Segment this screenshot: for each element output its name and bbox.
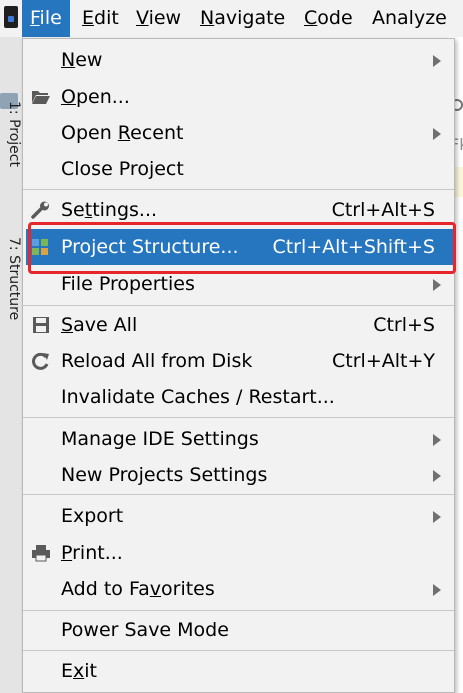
menu-item-open[interactable]: Open...: [23, 79, 454, 115]
menu-item-settings[interactable]: Settings... Ctrl+Alt+S: [23, 192, 454, 228]
shortcut-label: Ctrl+Alt+S: [331, 199, 435, 221]
menu-item-project-structure[interactable]: Project Structure... Ctrl+Alt+Shift+S: [26, 229, 454, 265]
menu-item-export[interactable]: Export: [23, 498, 454, 534]
menu-edit[interactable]: Edit: [74, 0, 127, 37]
print-icon: [32, 545, 50, 562]
menu-view[interactable]: View: [128, 0, 189, 37]
save-icon: [33, 317, 49, 333]
submenu-arrow-icon: [433, 584, 441, 596]
project-tool-tab[interactable]: 1: Project: [0, 101, 22, 167]
menu-separator: [23, 650, 454, 651]
menu-item-new[interactable]: New: [23, 42, 454, 78]
project-structure-icon: [32, 239, 48, 255]
folder-open-icon: [32, 91, 50, 104]
menu-item-open-recent[interactable]: Open Recent: [23, 115, 454, 151]
submenu-arrow-icon: [433, 55, 441, 67]
submenu-arrow-icon: [433, 279, 441, 291]
menu-item-reload-all[interactable]: Reload All from Disk Ctrl+Alt+Y: [23, 343, 454, 379]
menu-item-save-all[interactable]: Save All Ctrl+S: [23, 307, 454, 343]
submenu-arrow-icon: [433, 434, 441, 446]
reload-icon: [32, 352, 49, 370]
shortcut-label: Ctrl+S: [373, 314, 435, 336]
menu-item-new-projects-settings[interactable]: New Projects Settings: [23, 457, 454, 493]
submenu-arrow-icon: [433, 128, 441, 140]
wrench-icon: [31, 201, 49, 219]
menu-navigate[interactable]: Navigate: [192, 0, 293, 37]
tool-window-strip: 1: Project 7: Structure: [0, 37, 23, 693]
menu-item-print[interactable]: Print...: [23, 535, 454, 571]
menu-code[interactable]: Code: [296, 0, 361, 37]
menu-item-add-to-favorites[interactable]: Add to Favorites: [23, 571, 454, 607]
shortcut-label: Ctrl+Alt+Shift+S: [272, 236, 435, 258]
submenu-arrow-icon: [433, 511, 441, 523]
file-menu-dropdown: New Open... Open Recent Close Project Se…: [22, 38, 455, 693]
menu-separator: [23, 494, 454, 495]
menu-item-file-properties[interactable]: File Properties: [23, 266, 454, 302]
menu-bar: File Edit View Navigate Code Analyze: [0, 0, 463, 37]
menu-item-manage-ide-settings[interactable]: Manage IDE Settings: [23, 421, 454, 457]
menu-analyze[interactable]: Analyze: [364, 0, 455, 37]
menu-item-exit[interactable]: Exit: [23, 653, 454, 689]
menu-separator: [23, 305, 454, 306]
shortcut-label: Ctrl+Alt+Y: [332, 350, 435, 372]
menu-item-invalidate-caches[interactable]: Invalidate Caches / Restart...: [23, 379, 454, 415]
submenu-arrow-icon: [433, 470, 441, 482]
menu-separator: [23, 417, 454, 418]
structure-tool-tab[interactable]: 7: Structure: [0, 237, 22, 320]
menu-item-close-project[interactable]: Close Project: [23, 151, 454, 187]
menu-separator: [23, 189, 454, 190]
menu-item-power-save-mode[interactable]: Power Save Mode: [23, 612, 454, 648]
menu-file[interactable]: File: [22, 0, 70, 37]
menu-separator: [23, 610, 454, 611]
app-logo-icon: [4, 6, 18, 28]
